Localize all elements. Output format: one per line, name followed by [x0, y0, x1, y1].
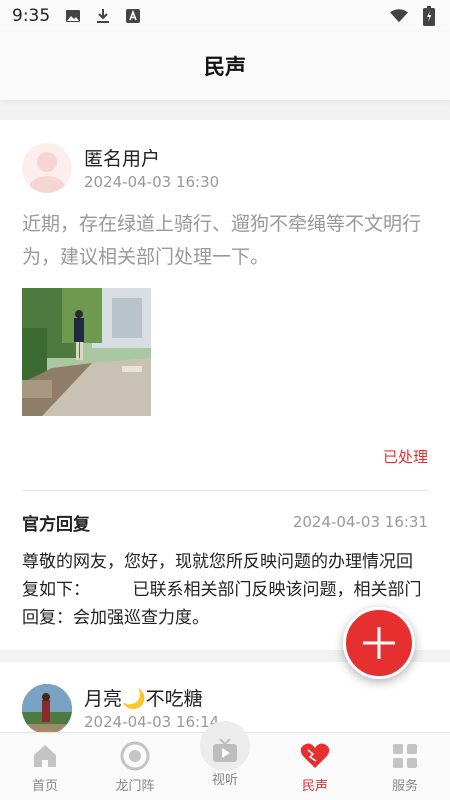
heart-icon: [300, 741, 330, 771]
status-bar: 9:35: [0, 0, 450, 32]
status-time: 9:35: [12, 6, 51, 26]
user-photo-icon: [22, 684, 72, 734]
grid-icon: [390, 741, 420, 771]
download-icon: [94, 7, 112, 25]
home-icon: [30, 741, 60, 771]
wifi-icon: [390, 7, 408, 25]
post-time: 2024-04-03 16:14: [84, 713, 220, 731]
target-icon: [120, 741, 150, 771]
tab-label: 龙门阵: [115, 779, 155, 794]
divider: [22, 490, 428, 491]
tab-shiting[interactable]: 视听: [180, 733, 270, 800]
reply-time: 2024-04-03 16:31: [292, 513, 428, 531]
tab-label: 视听: [211, 773, 238, 788]
tab-home[interactable]: 首页: [0, 733, 90, 800]
header: 民声: [0, 32, 450, 100]
post-content: 近期，存在绿道上骑行、遛狗不牵绳等不文明行为，建议相关部门处理一下。: [22, 213, 422, 268]
post-card[interactable]: 匿名用户 2024-04-03 16:30 近期，存在绿道上骑行、遛狗不牵绳等不…: [0, 120, 450, 650]
status-badge: 已处理: [382, 448, 428, 466]
greenway-photo: [22, 288, 151, 416]
font-icon: [124, 7, 142, 25]
user-name: 匿名用户: [84, 148, 161, 170]
user-name: 月亮🌙不吃糖: [84, 688, 203, 710]
bottom-tab-bar: 首页 龙门阵 视听 民声 服务: [0, 721, 450, 800]
add-post-button[interactable]: [343, 607, 415, 679]
tab-fuwu[interactable]: 服务: [360, 733, 450, 800]
image-icon: [64, 7, 82, 25]
tab-label: 服务: [391, 779, 418, 794]
tab-label: 民声: [301, 779, 328, 794]
page-title: 民声: [204, 55, 246, 79]
avatar[interactable]: [22, 143, 72, 193]
post-time: 2024-04-03 16:30: [84, 173, 220, 191]
plus-icon: [363, 627, 395, 659]
post-photo[interactable]: [22, 288, 151, 416]
battery-icon: [420, 6, 438, 26]
avatar[interactable]: [22, 684, 72, 734]
default-user-icon: [29, 152, 65, 193]
tab-longmenzhen[interactable]: 龙门阵: [90, 733, 180, 800]
tab-label: 首页: [31, 779, 58, 794]
tv-play-icon: [210, 735, 240, 765]
tab-minsheng[interactable]: 民声: [270, 733, 360, 800]
reply-title: 官方回复: [22, 515, 90, 535]
